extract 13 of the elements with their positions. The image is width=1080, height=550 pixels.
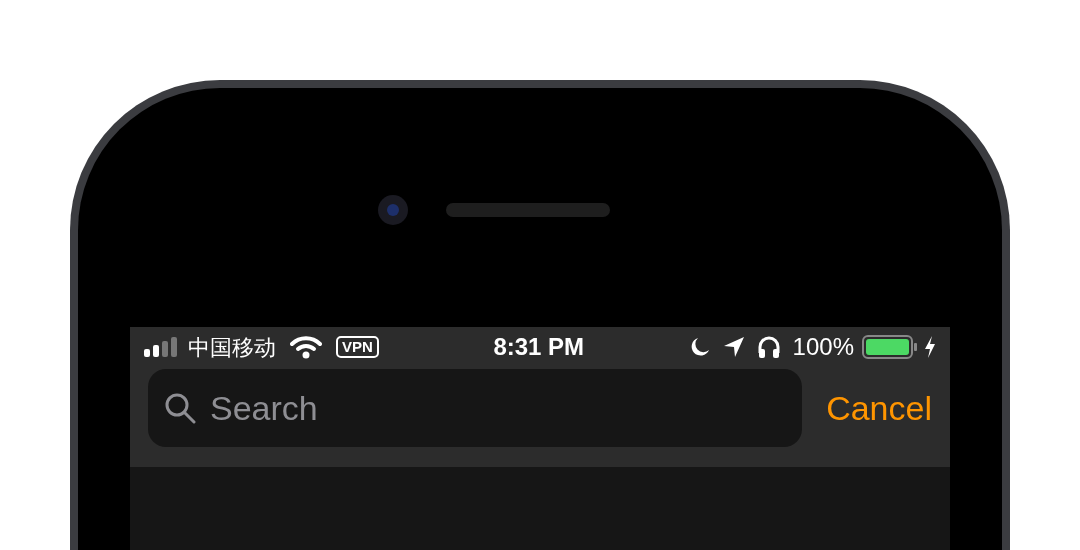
battery-icon bbox=[862, 335, 918, 359]
headphones-icon bbox=[756, 335, 781, 359]
battery-percentage: 100% bbox=[792, 332, 854, 362]
search-field[interactable]: Search bbox=[148, 369, 803, 447]
clock-time: 8:31 PM bbox=[493, 332, 585, 362]
signal-icon bbox=[144, 337, 180, 357]
cancel-button[interactable]: Cancel bbox=[826, 369, 932, 447]
charging-bolt-icon bbox=[924, 336, 936, 358]
wifi-icon bbox=[290, 335, 322, 359]
location-arrow-icon bbox=[722, 336, 745, 358]
camera-icon bbox=[378, 195, 408, 225]
vpn-badge: VPN bbox=[336, 336, 379, 358]
carrier-name: 中国移动 bbox=[188, 333, 276, 362]
